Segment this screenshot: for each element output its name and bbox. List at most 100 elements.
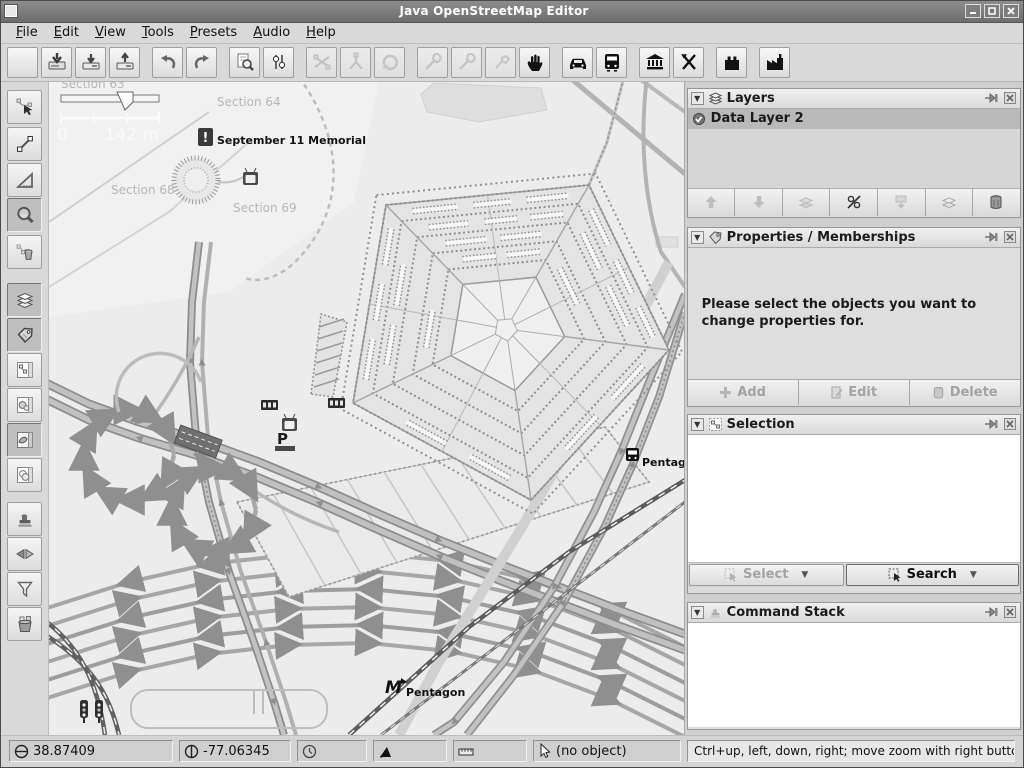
menu-file[interactable]: File [9,23,45,42]
minimize-button[interactable] [965,4,981,18]
layers-list[interactable]: Data Layer 2 [688,109,1020,189]
restaurant-preset-button[interactable] [673,47,704,78]
menu-help[interactable]: Help [299,23,343,42]
active-layer-icon [692,112,706,126]
close-panel-icon[interactable] [1003,606,1017,619]
svg-text:!: ! [202,131,208,146]
section-64-label: Section 64 [217,95,281,109]
angle-icon [378,744,393,759]
tool-a-button[interactable] [417,47,448,78]
command-stack-dialog-button[interactable] [7,502,42,536]
collapse-icon[interactable]: ▼ [691,418,704,431]
upload-button[interactable] [109,47,140,78]
memorial-icon: ! [198,128,213,146]
styles-dialog-button[interactable] [7,458,42,492]
layer-merge-button[interactable] [783,189,831,216]
selection-list[interactable] [688,435,1020,563]
map-paint-dialog-button[interactable] [7,423,42,457]
window-icon [5,5,17,17]
statusbar: 38.87409 -77.06345 (no object) Ctrl+up, … [1,735,1023,767]
select-cursor-icon [724,568,738,582]
redo-button[interactable] [186,47,217,78]
menu-presets[interactable]: Presets [183,23,244,42]
selection-dialog-button[interactable] [7,353,42,387]
left-sidebar [1,82,49,735]
pentagon-bus-label: Pentagon [642,456,684,469]
layers-toolbar [688,189,1020,216]
layer-duplicate-button[interactable] [926,189,974,216]
castle-preset-button[interactable] [716,47,747,78]
save-button[interactable] [41,47,72,78]
search-button[interactable]: Search▼ [846,564,1019,586]
changeset-dialog-button[interactable] [7,607,42,641]
draw-node-tool-button[interactable] [7,127,42,161]
museum-preset-button[interactable] [639,47,670,78]
longitude-icon [184,744,199,759]
layer-down-button[interactable] [735,189,783,216]
sticky-pin-icon[interactable] [985,92,999,105]
select-tool-button[interactable] [7,90,42,124]
close-button[interactable] [1003,4,1019,18]
layers-dialog-button[interactable] [7,283,42,317]
layer-row[interactable]: Data Layer 2 [688,109,1020,129]
download-button[interactable] [75,47,106,78]
layer-up-button[interactable] [688,189,736,216]
factory-preset-button[interactable] [759,47,790,78]
right-dock: ▼ Layers Data Layer 2 [684,82,1023,735]
add-button[interactable]: Add [688,380,799,405]
select-button[interactable]: Select▼ [689,564,844,586]
delete-button[interactable]: Delete [910,380,1020,405]
update-data-button[interactable] [374,47,405,78]
menu-tools[interactable]: Tools [135,23,181,42]
close-panel-icon[interactable] [1003,92,1017,105]
layer-visibility-button[interactable] [830,189,878,216]
svg-text:M: M [385,678,402,698]
edit-button[interactable]: Edit [799,380,910,405]
measure-tool-button[interactable] [7,163,42,197]
collapse-icon[interactable]: ▼ [691,606,704,619]
tool-c-button[interactable] [485,47,516,78]
selection-icon [708,417,723,432]
section-69-label: Section 69 [233,201,297,215]
pan-hand-button[interactable] [519,47,550,78]
bus-stop-icon-2 [328,398,345,408]
close-panel-icon[interactable] [1003,418,1017,431]
open-button[interactable] [7,47,38,78]
scale-min-label: 0 [57,125,68,145]
properties-dialog-button[interactable] [7,318,42,352]
menu-view[interactable]: View [88,23,133,42]
selection-panel-title: Selection [727,417,981,432]
filter-dialog-button[interactable] [7,572,42,606]
delete-tool-button[interactable] [7,235,42,269]
map-canvas[interactable]: 0 142 m Section 63 Section 64 Section 68… [49,82,684,735]
statusbar-help: Ctrl+up, left, down, right; move zoom wi… [687,740,1015,762]
sticky-pin-icon[interactable] [985,418,999,431]
bus-stop-icon [261,400,278,410]
latitude-icon [14,744,29,759]
undo-button[interactable] [152,47,183,78]
zoom-to-data-button[interactable] [229,47,260,78]
split-way-button[interactable] [306,47,337,78]
section-68-label: Section 68 [111,183,175,197]
command-stack-icon [708,605,723,620]
close-panel-icon[interactable] [1003,231,1017,244]
car-preset-button[interactable] [562,47,593,78]
zoom-tool-button[interactable] [7,198,42,232]
combine-way-button[interactable] [340,47,371,78]
collapse-icon[interactable]: ▼ [691,231,704,244]
conflicts-dialog-button[interactable] [7,537,42,571]
menu-edit[interactable]: Edit [47,23,86,42]
tool-b-button[interactable] [451,47,482,78]
sticky-pin-icon[interactable] [985,606,999,619]
layer-merge-down-button[interactable] [878,189,926,216]
angle-field [373,740,447,762]
collapse-icon[interactable]: ▼ [691,92,704,105]
menu-audio[interactable]: Audio [246,23,297,42]
maximize-button[interactable] [984,4,1000,18]
sticky-pin-icon[interactable] [985,231,999,244]
preferences-button[interactable] [263,47,294,78]
bus-preset-button[interactable] [596,47,627,78]
layer-delete-button[interactable] [973,189,1020,216]
relations-dialog-button[interactable] [7,388,42,422]
command-stack-list[interactable] [688,623,1020,727]
